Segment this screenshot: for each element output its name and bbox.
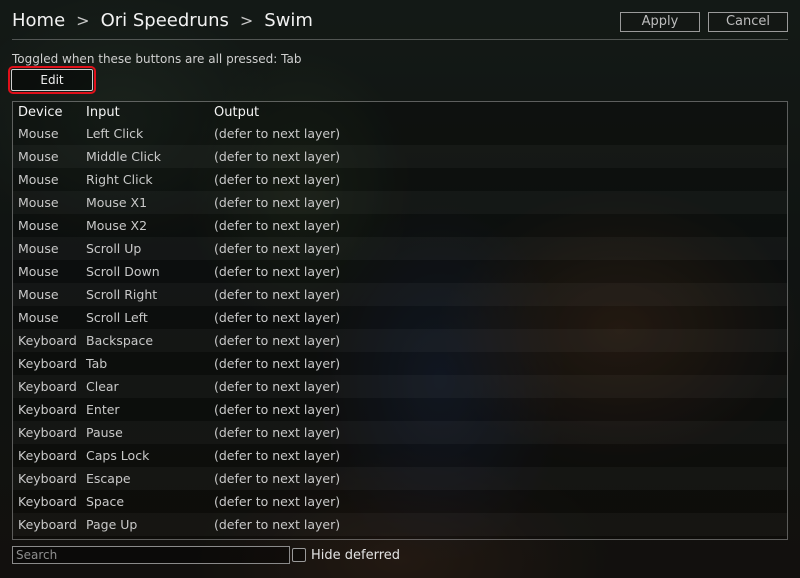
cell-input: Left Click (86, 126, 144, 141)
hide-deferred-checkbox[interactable] (292, 548, 306, 562)
cell-device: Keyboard (18, 402, 77, 417)
breadcrumb-separator: > (76, 11, 90, 30)
column-header-device: Device (18, 105, 63, 120)
cell-input: Caps Lock (86, 448, 150, 463)
cell-input: Scroll Right (86, 287, 158, 302)
cell-device: Mouse (18, 149, 59, 164)
table-row[interactable]: Keyboard Space (defer to next layer) (13, 490, 787, 513)
table-row[interactable]: Mouse Right Click (defer to next layer) (13, 168, 787, 191)
table-row[interactable]: Keyboard Tab (defer to next layer) (13, 352, 787, 375)
cell-output[interactable]: (defer to next layer) (214, 329, 340, 352)
table-row[interactable]: Mouse Scroll Right (defer to next layer) (13, 283, 787, 306)
breadcrumb-layer: Swim (264, 10, 313, 31)
cell-output[interactable]: (defer to next layer) (214, 122, 340, 145)
column-header-output: Output (214, 105, 260, 120)
cell-input: Enter (86, 402, 120, 417)
cell-input: Scroll Up (86, 241, 142, 256)
cell-output[interactable]: (defer to next layer) (214, 421, 340, 444)
cell-output[interactable]: (defer to next layer) (214, 191, 340, 214)
cell-device: Mouse (18, 310, 59, 325)
cell-output[interactable]: (defer to next layer) (214, 237, 340, 260)
hide-deferred-label[interactable]: Hide deferred (311, 548, 400, 563)
cell-device: Keyboard (18, 333, 77, 348)
cell-device: Keyboard (18, 517, 77, 532)
cell-input: Clear (86, 379, 119, 394)
cell-output[interactable]: (defer to next layer) (214, 467, 340, 490)
cell-input: Mouse X1 (86, 195, 148, 210)
cell-input: Page Up (86, 517, 138, 532)
table-header: Device Input Output (13, 105, 787, 123)
breadcrumb-home[interactable]: Home (12, 10, 65, 31)
cell-output[interactable]: (defer to next layer) (214, 375, 340, 398)
cell-input: Scroll Left (86, 310, 148, 325)
cell-output[interactable]: (defer to next layer) (214, 513, 340, 536)
cell-input: Pause (86, 425, 123, 440)
cell-device: Mouse (18, 241, 59, 256)
cell-device: Mouse (18, 264, 59, 279)
table-row[interactable]: Mouse Left Click (defer to next layer) (13, 122, 787, 145)
table-row[interactable]: Keyboard Escape (defer to next layer) (13, 467, 787, 490)
cancel-button[interactable]: Cancel (708, 12, 788, 32)
cell-device: Mouse (18, 218, 59, 233)
cell-output[interactable]: (defer to next layer) (214, 490, 340, 513)
apply-button[interactable]: Apply (620, 12, 700, 32)
breadcrumb-profile[interactable]: Ori Speedruns (101, 10, 229, 31)
table-row[interactable]: Mouse Scroll Down (defer to next layer) (13, 260, 787, 283)
cell-device: Mouse (18, 172, 59, 187)
cell-input: Mouse X2 (86, 218, 148, 233)
cell-output[interactable]: (defer to next layer) (214, 444, 340, 467)
table-row[interactable]: Keyboard Pause (defer to next layer) (13, 421, 787, 444)
layer-editor: Home > Ori Speedruns > Swim Apply Cancel Tog… (0, 0, 800, 578)
table-row[interactable]: Keyboard Page Up (defer to next layer) (13, 513, 787, 536)
cell-output[interactable]: (defer to next layer) (214, 352, 340, 375)
toggle-condition-text: Toggled when these buttons are all press… (12, 52, 302, 66)
cell-output[interactable]: (defer to next layer) (214, 214, 340, 237)
cell-output[interactable]: (defer to next layer) (214, 306, 340, 329)
table-row[interactable]: Keyboard Enter (defer to next layer) (13, 398, 787, 421)
cell-output[interactable]: (defer to next layer) (214, 168, 340, 191)
breadcrumb-separator: > (239, 11, 254, 30)
bindings-table[interactable]: Device Input Output Mouse Left Click (defe… (12, 101, 788, 540)
table-row[interactable]: Mouse Middle Click (defer to next layer) (13, 145, 787, 168)
cell-input: Backspace (86, 333, 154, 348)
table-row[interactable]: Keyboard Backspace (defer to next layer) (13, 329, 787, 352)
header-bar: Home > Ori Speedruns > Swim Apply Cancel (12, 6, 788, 40)
cell-device: Keyboard (18, 448, 77, 463)
cell-input: Middle Click (86, 149, 162, 164)
table-body: Mouse Left Click (defer to next layer) Mous… (13, 122, 787, 536)
hide-deferred-toggle[interactable]: Hide deferred (292, 546, 400, 564)
cell-output[interactable]: (defer to next layer) (214, 283, 340, 306)
cell-input: Scroll Down (86, 264, 160, 279)
table-row[interactable]: Mouse Scroll Left (defer to next layer) (13, 306, 787, 329)
cell-device: Keyboard (18, 494, 77, 509)
cell-device: Keyboard (18, 379, 77, 394)
cell-input: Space (86, 494, 125, 509)
search-input[interactable] (12, 546, 290, 564)
edit-toggle-button[interactable]: Edit (8, 66, 96, 94)
cell-input: Right Click (86, 172, 153, 187)
table-row[interactable]: Keyboard Caps Lock (defer to next layer) (13, 444, 787, 467)
cell-input: Tab (86, 356, 108, 371)
cell-input: Escape (86, 471, 131, 486)
table-row[interactable]: Mouse Mouse X2 (defer to next layer) (13, 214, 787, 237)
column-header-input: Input (86, 105, 120, 120)
cell-device: Keyboard (18, 471, 77, 486)
cell-device: Keyboard (18, 356, 77, 371)
cell-device: Mouse (18, 126, 59, 141)
cell-output[interactable]: (defer to next layer) (214, 398, 340, 421)
cell-device: Keyboard (18, 425, 77, 440)
table-row[interactable]: Mouse Scroll Up (defer to next layer) (13, 237, 787, 260)
breadcrumb: Home > Ori Speedruns > Swim (12, 10, 313, 31)
table-row[interactable]: Mouse Mouse X1 (defer to next layer) (13, 191, 787, 214)
table-row[interactable]: Keyboard Clear (defer to next layer) (13, 375, 787, 398)
cell-device: Mouse (18, 287, 59, 302)
cell-output[interactable]: (defer to next layer) (214, 145, 340, 168)
cell-device: Mouse (18, 195, 59, 210)
cell-output[interactable]: (defer to next layer) (214, 260, 340, 283)
